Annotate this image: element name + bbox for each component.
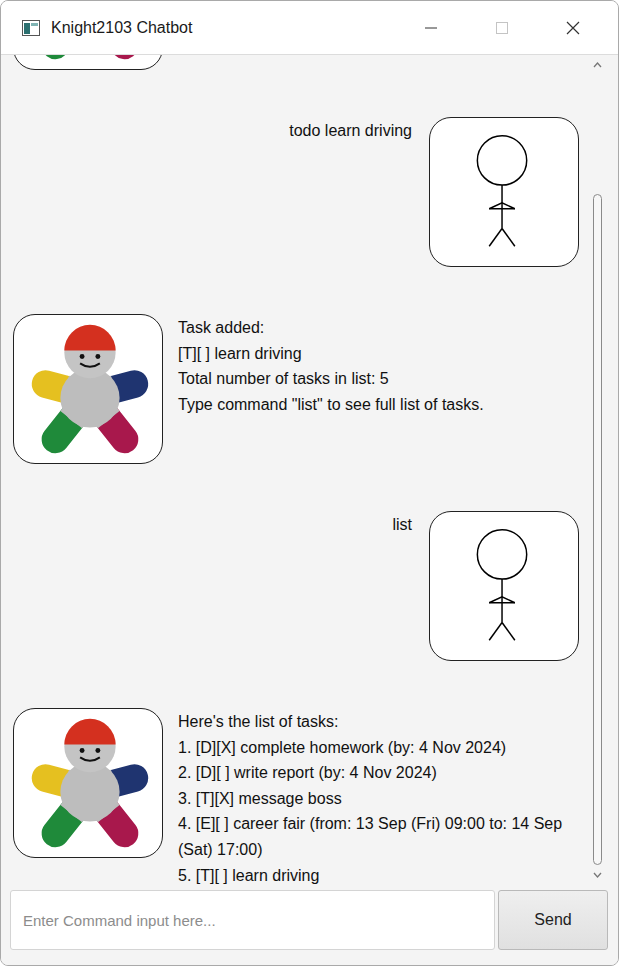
message-line: Total number of tasks in list: 5 bbox=[178, 366, 579, 392]
command-input[interactable] bbox=[10, 890, 495, 950]
message-line: Type command "list" to see full list of … bbox=[178, 392, 579, 418]
gingerbread-robot-icon bbox=[14, 315, 162, 463]
window-title: Knight2103 Chatbot bbox=[51, 19, 395, 37]
bot-message: Task added:[T][ ] learn drivingTotal num… bbox=[1, 314, 589, 464]
chat-area: todo learn driving Task added:[T][ ] lea… bbox=[1, 55, 618, 885]
minimize-icon bbox=[424, 21, 438, 35]
message-line: 1. [D][X] complete homework (by: 4 Nov 2… bbox=[178, 735, 579, 761]
message-list: todo learn driving Task added:[T][ ] lea… bbox=[1, 55, 589, 885]
scroll-thumb[interactable] bbox=[593, 194, 602, 866]
user-message: list bbox=[1, 511, 589, 661]
bot-message bbox=[1, 55, 589, 70]
message-text: list bbox=[392, 511, 412, 538]
stick-figure-icon bbox=[430, 118, 578, 266]
input-bar: Send bbox=[1, 885, 618, 965]
maximize-icon bbox=[495, 21, 509, 35]
user-avatar bbox=[429, 117, 579, 267]
gingerbread-robot-icon bbox=[14, 709, 162, 857]
message-line: Here's the list of tasks: bbox=[178, 709, 579, 735]
scrollbar[interactable] bbox=[589, 55, 606, 885]
maximize-button bbox=[466, 8, 537, 48]
minimize-button[interactable] bbox=[395, 8, 466, 48]
message-line: 4. [E][ ] career fair (from: 13 Sep (Fri… bbox=[178, 811, 579, 862]
scroll-down-icon[interactable] bbox=[589, 867, 606, 883]
user-message: todo learn driving bbox=[1, 117, 589, 267]
message-text: Here's the list of tasks:1. [D][X] compl… bbox=[178, 708, 579, 885]
stick-figure-icon bbox=[430, 512, 578, 660]
scroll-up-icon[interactable] bbox=[589, 57, 606, 73]
bot-avatar bbox=[13, 708, 163, 858]
message-text: todo learn driving bbox=[289, 117, 412, 144]
message-text: Task added:[T][ ] learn drivingTotal num… bbox=[178, 314, 579, 417]
message-line: 3. [T][X] message boss bbox=[178, 786, 579, 812]
message-line: Task added: bbox=[178, 315, 579, 341]
message-line: todo learn driving bbox=[289, 118, 412, 144]
close-icon bbox=[565, 20, 581, 36]
bot-avatar bbox=[13, 314, 163, 464]
bot-avatar bbox=[13, 55, 163, 70]
message-line: 2. [D][ ] write report (by: 4 Nov 2024) bbox=[178, 760, 579, 786]
app-window-icon bbox=[22, 20, 40, 36]
title-bar: Knight2103 Chatbot bbox=[1, 1, 618, 55]
app-window: Knight2103 Chatbot todo learn driving Ta… bbox=[0, 0, 619, 966]
message-line: [T][ ] learn driving bbox=[178, 341, 579, 367]
close-button[interactable] bbox=[537, 8, 608, 48]
message-line: list bbox=[392, 512, 412, 538]
message-line: 5. [T][ ] learn driving bbox=[178, 863, 579, 885]
send-button[interactable]: Send bbox=[498, 890, 608, 950]
bot-message: Here's the list of tasks:1. [D][X] compl… bbox=[1, 708, 589, 885]
user-avatar bbox=[429, 511, 579, 661]
gingerbread-robot-icon bbox=[14, 55, 162, 69]
